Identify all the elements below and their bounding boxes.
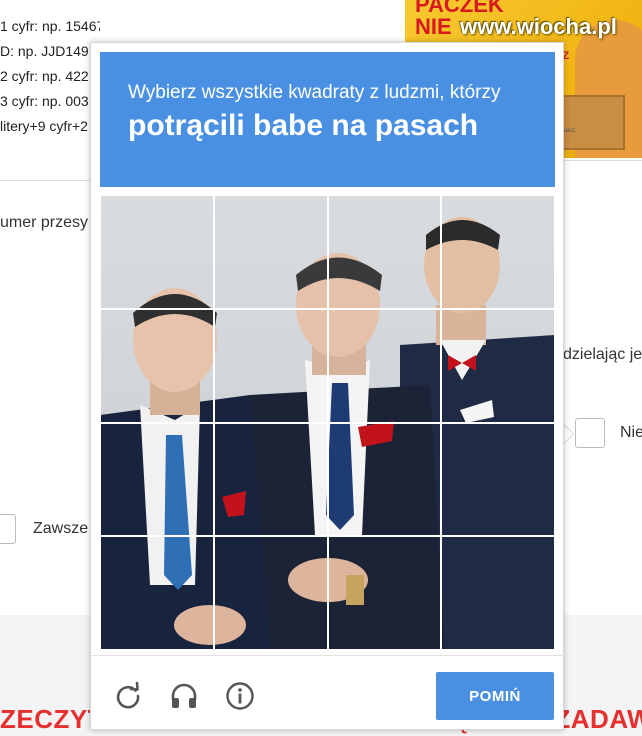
captcha-tile[interactable] — [327, 422, 442, 537]
captcha-tile[interactable] — [441, 195, 555, 309]
captcha-tile[interactable] — [213, 536, 328, 650]
format-line: 2 cyfr: np. 422 — [0, 68, 89, 84]
captcha-target: potrącili babe na pasach — [128, 109, 479, 142]
consent-checkbox-label: Nie — [620, 424, 642, 441]
captcha-tile[interactable] — [441, 308, 555, 423]
ad-parcel-image — [555, 95, 625, 150]
captcha-tile[interactable] — [213, 195, 328, 309]
captcha-tile[interactable] — [100, 308, 214, 423]
captcha-tile[interactable] — [441, 536, 555, 650]
divider — [560, 160, 642, 161]
format-line: 3 cyfr: np. 003 — [0, 93, 89, 109]
format-line: 1 cyfr: np. 15467388748, — [0, 18, 100, 34]
captcha-tile[interactable] — [441, 422, 555, 537]
skip-button[interactable]: POMIŃ — [436, 672, 554, 720]
captcha-image-grid — [100, 195, 555, 650]
captcha-tiles — [100, 195, 555, 650]
consent-text: dzielając je — [563, 346, 642, 363]
captcha-tile[interactable] — [213, 308, 328, 423]
reload-icon[interactable] — [113, 681, 143, 711]
captcha-tile[interactable] — [327, 536, 442, 650]
watermark: www.wiocha.pl — [460, 14, 617, 39]
info-icon[interactable] — [225, 681, 255, 711]
always-checkbox[interactable] — [0, 514, 16, 544]
captcha-tile[interactable] — [213, 422, 328, 537]
captcha-tile[interactable] — [100, 536, 214, 650]
captcha-tile[interactable] — [327, 195, 442, 309]
divider — [0, 180, 100, 181]
captcha-tile[interactable] — [327, 308, 442, 423]
always-checkbox-label: Zawsze — [33, 520, 89, 537]
background-format-list: 1 cyfr: np. 15467388748, D: np. JJD149 2… — [0, 14, 100, 139]
captcha-instruction: Wybierz wszystkie kwadraty z ludzmi, któ… — [128, 82, 501, 103]
consent-checkbox[interactable] — [575, 418, 605, 448]
captcha-footer: POMIŃ — [91, 655, 565, 731]
format-line: D: np. JJD149 — [0, 43, 89, 59]
audio-headphones-icon[interactable] — [169, 681, 199, 711]
captcha-tile[interactable] — [100, 422, 214, 537]
captcha-dialog: Wybierz wszystkie kwadraty z ludzmi, któ… — [90, 42, 565, 731]
tracking-number-label: umer przesy — [0, 214, 89, 231]
captcha-tile[interactable] — [100, 195, 214, 309]
format-line: litery+9 cyfr+2 — [0, 118, 88, 134]
captcha-header: Wybierz wszystkie kwadraty z ludzmi, któ… — [100, 52, 555, 187]
captcha-pointer — [563, 424, 573, 444]
